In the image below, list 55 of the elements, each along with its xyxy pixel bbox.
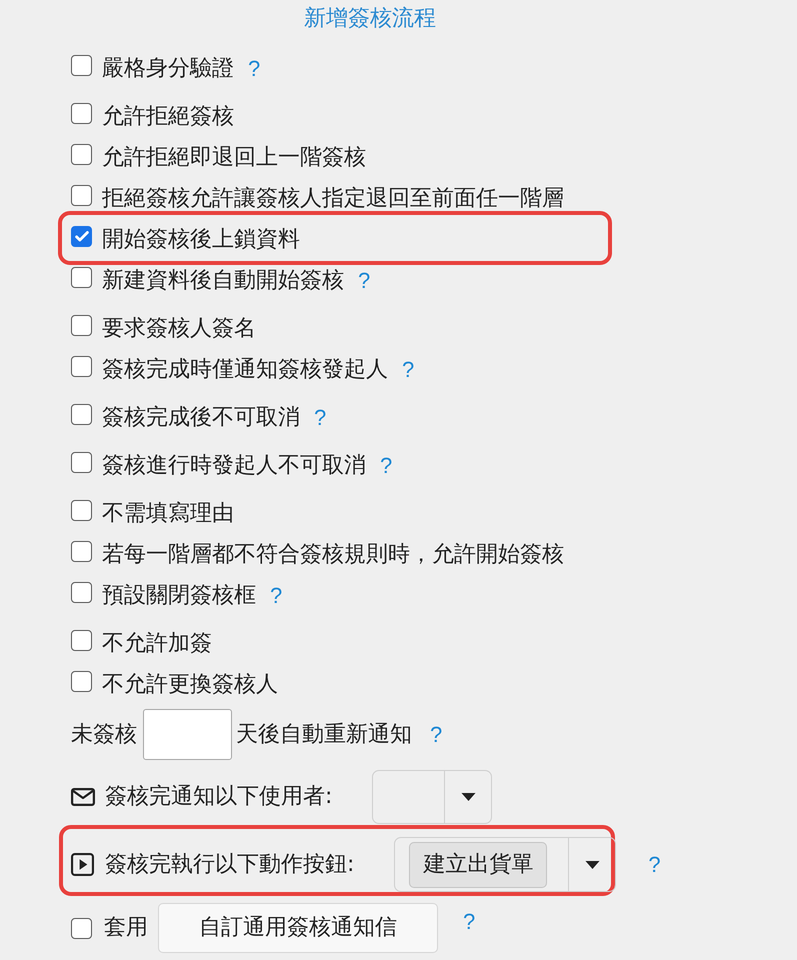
play-square-icon: [71, 853, 94, 876]
checkbox[interactable]: [71, 315, 92, 336]
checkbox[interactable]: [71, 185, 92, 206]
option-label: 允許拒絕即退回上一階簽核: [102, 144, 366, 170]
checkbox[interactable]: [71, 356, 92, 377]
checkbox[interactable]: [71, 226, 92, 247]
option-label: 新建資料後自動開始簽核: [102, 268, 344, 294]
option-label: 若每一階層都不符合簽核規則時，允許開始簽核: [102, 542, 564, 568]
option-label: 簽核完成後不可取消: [102, 404, 300, 430]
option-label: 不允許加簽: [102, 630, 212, 656]
action-select[interactable]: 建立出貨單: [394, 837, 616, 892]
option-label: 要求簽核人簽名: [102, 316, 256, 342]
help-link[interactable]: ?: [314, 404, 326, 430]
option-label: 拒絕簽核允許讓簽核人指定退回至前面任一階層: [102, 186, 564, 212]
help-link[interactable]: ?: [430, 722, 442, 748]
checkbox[interactable]: [71, 55, 92, 76]
caret-down-icon: [584, 860, 600, 868]
checkbox[interactable]: [71, 918, 92, 938]
custom-notification-button[interactable]: 自訂通用簽核通知信: [158, 903, 438, 953]
checkbox[interactable]: [71, 671, 92, 692]
checkbox[interactable]: [71, 630, 92, 651]
checkbox[interactable]: [71, 582, 92, 603]
checkbox[interactable]: [71, 103, 92, 124]
action-buttons-label: 簽核完執行以下動作按鈕:: [105, 852, 354, 878]
selected-action-chip: 建立出貨單: [409, 842, 548, 888]
checkbox[interactable]: [71, 144, 92, 165]
checkbox[interactable]: [71, 267, 92, 288]
checkbox[interactable]: [71, 404, 92, 425]
checkbox[interactable]: [71, 500, 92, 521]
option-label: 不需填寫理由: [102, 500, 234, 526]
caret-down-icon: [460, 793, 476, 801]
reminder-prefix: 未簽核: [71, 722, 137, 748]
help-link[interactable]: ?: [402, 356, 414, 382]
help-link[interactable]: ?: [463, 909, 476, 935]
notify-users-label: 簽核完通知以下使用者:: [105, 784, 332, 810]
help-link[interactable]: ?: [358, 268, 370, 294]
option-label: 嚴格身分驗證: [102, 56, 234, 82]
option-label: 不允許更換簽核人: [102, 672, 278, 698]
envelope-icon: [71, 788, 95, 806]
option-label: 簽核完成時僅通知簽核發起人: [102, 356, 388, 382]
help-link[interactable]: ?: [248, 56, 260, 82]
checkbox[interactable]: [71, 541, 92, 562]
checkbox[interactable]: [71, 452, 92, 473]
option-label: 預設關閉簽核框: [102, 582, 256, 608]
option-label: 允許拒絕簽核: [102, 104, 234, 130]
help-link[interactable]: ?: [648, 852, 661, 878]
days-input[interactable]: [143, 709, 232, 760]
apply-label: 套用: [104, 915, 148, 941]
reminder-suffix: 天後自動重新通知: [236, 722, 412, 748]
help-link[interactable]: ?: [270, 582, 282, 608]
option-label: 簽核進行時發起人不可取消: [102, 452, 366, 478]
option-label: 開始簽核後上鎖資料: [102, 226, 300, 252]
page-title: 新增簽核流程: [304, 6, 436, 32]
help-link[interactable]: ?: [380, 452, 392, 478]
check-icon: [74, 231, 88, 242]
